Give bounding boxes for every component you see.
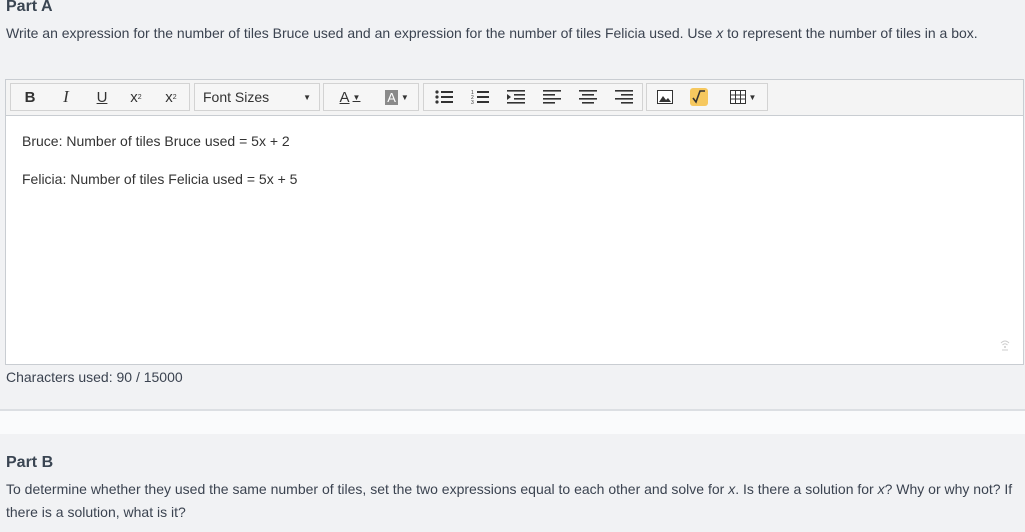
table-icon [729, 90, 746, 104]
section-gap [0, 411, 1025, 434]
superscript-icon: x [130, 88, 138, 106]
numbered-list-button[interactable]: 123 [466, 84, 494, 110]
part-b-section: Part B To determine whether they used th… [0, 434, 1025, 532]
insert-image-button[interactable] [651, 84, 679, 110]
part-a-prompt: Write an expression for the number of ti… [6, 22, 1016, 45]
font-color-icon: A [339, 88, 350, 106]
chevron-down-icon: ▼ [400, 92, 409, 102]
chevron-down-icon: ▼ [303, 92, 311, 102]
svg-text:3: 3 [471, 100, 474, 105]
align-right-icon [615, 90, 633, 104]
part-b-title: Part B [6, 454, 54, 471]
prompt-text: To determine whether they used the same … [6, 481, 729, 497]
superscript-button[interactable]: x2 [121, 84, 151, 110]
prompt-text: . Is there a solution for [735, 481, 878, 497]
prompt-variable: x [877, 481, 885, 497]
background-color-button[interactable]: A ▼ [378, 84, 416, 110]
editor-toolbar: B I U x2 x2 Font Sizes ▼ A ▼ A ▼ 1 2 3 ▼ [6, 80, 1023, 116]
numbered-list-icon: 123 [471, 90, 489, 105]
insert-equation-button[interactable] [685, 84, 713, 110]
indent-icon [507, 90, 525, 104]
part-b-prompt: To determine whether they used the same … [6, 478, 1016, 524]
bold-button[interactable]: B [15, 84, 45, 110]
character-count: Characters used: 90 / 15000 [6, 369, 183, 385]
answer-line-felicia: Felicia: Number of tiles Felicia used = … [22, 171, 298, 187]
subscript-button[interactable]: x2 [156, 84, 186, 110]
prompt-text: Write an expression for the number of ti… [6, 25, 717, 41]
align-left-icon [543, 90, 561, 104]
background-color-icon: A [385, 89, 398, 105]
resize-handle-icon[interactable] [999, 338, 1011, 356]
answer-line-bruce: Bruce: Number of tiles Bruce used = 5x +… [22, 133, 290, 149]
color-group: A ▼ A ▼ [323, 83, 419, 111]
font-color-button[interactable]: A ▼ [332, 84, 368, 110]
font-sizes-select: Font Sizes ▼ [203, 84, 311, 110]
editor-content[interactable]: Bruce: Number of tiles Bruce used = 5x +… [22, 132, 297, 208]
chevron-down-icon: ▼ [748, 92, 757, 102]
part-a-title: Part A [6, 0, 53, 15]
equation-icon [690, 88, 708, 106]
subscript-icon: x [165, 88, 173, 106]
prompt-text-end: to represent the number of tiles in a bo… [723, 25, 978, 41]
italic-button[interactable]: I [51, 84, 81, 110]
font-sizes-label: Font Sizes [203, 89, 270, 105]
image-icon [657, 90, 673, 104]
align-left-button[interactable] [538, 84, 566, 110]
format-group: B I U x2 x2 [10, 83, 190, 111]
indent-button[interactable] [502, 84, 530, 110]
underline-button[interactable]: U [87, 84, 117, 110]
part-a-section: Part A Write an expression for the numbe… [0, 0, 1025, 410]
align-right-button[interactable] [610, 84, 638, 110]
align-center-button[interactable] [574, 84, 602, 110]
align-center-icon [579, 90, 597, 104]
insert-group: ▼ [646, 83, 768, 111]
font-sizes-dropdown[interactable]: Font Sizes ▼ [194, 83, 320, 111]
bulleted-list-button[interactable] [430, 84, 458, 110]
paragraph-group: 123 [423, 83, 643, 111]
rich-text-editor[interactable]: B I U x2 x2 Font Sizes ▼ A ▼ A ▼ 1 2 3 ▼… [5, 79, 1024, 365]
insert-table-button[interactable]: ▼ [723, 84, 763, 110]
chevron-down-icon: ▼ [352, 92, 361, 102]
bulleted-list-icon [435, 90, 453, 104]
